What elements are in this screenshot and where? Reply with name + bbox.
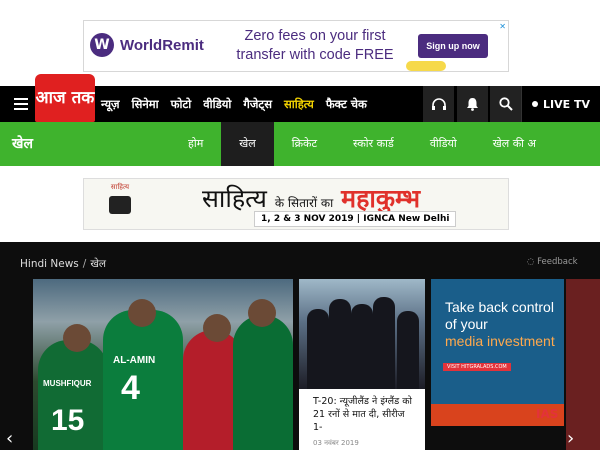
media-ad-line-1: Take back control (445, 299, 554, 315)
player-figure (307, 309, 329, 389)
media-ad-link[interactable]: VISIT HITGRALADS.COM (443, 363, 511, 371)
player-head (63, 324, 91, 352)
breadcrumb-separator: / (82, 258, 87, 270)
carousel-prev-icon[interactable]: ‹ (6, 428, 13, 449)
breadcrumb-home[interactable]: Hindi News (20, 258, 79, 270)
worldremit-logo-icon: W (90, 33, 114, 57)
nav-links: न्यूज़ सिनेमा फोटो वीडियो गैजेट्स साहित्… (101, 86, 379, 122)
ad-decoration (406, 61, 446, 71)
media-ad-text: Take back control of your media investme… (445, 299, 564, 350)
media-ad-card[interactable]: Take back control of your media investme… (431, 279, 564, 426)
section-subnav: खेल होम खेल क्रिकेट स्कोर कार्ड वीडियो ख… (0, 122, 600, 166)
ad-close-icon[interactable]: ✕ (499, 22, 506, 31)
subnav-item-scorecard[interactable]: स्कोर कार्ड (335, 122, 412, 166)
sahitya-dates: 1, 2 & 3 NOV 2019 | IGNCA New Delhi (254, 211, 457, 227)
worldremit-ad[interactable]: ✕ W WorldRemit Zero fees on your first t… (83, 20, 509, 72)
jersey-name-2: AL-AMIN (113, 355, 156, 366)
carousel-next-icon[interactable]: › (567, 428, 574, 449)
ad-headline: Zero fees on your first transfer with co… (236, 28, 394, 63)
player-figure (233, 315, 293, 450)
hamburger-menu-icon[interactable] (14, 98, 28, 110)
player-head (248, 299, 276, 327)
content-area: Hindi News / खेल ◌ Feedback MUSHFIQUR 15 A… (0, 242, 600, 450)
sahitya-title-c: महाकुम्भ (341, 184, 421, 213)
nav-link-sahitya[interactable]: साहित्य (284, 97, 314, 112)
sahitya-banner[interactable]: साहित्य साहित्य के सितारों का महाकुम्भ 1… (83, 178, 509, 230)
subnav-item-video[interactable]: वीडियो (412, 122, 475, 166)
feedback-icon: ◌ (527, 257, 535, 267)
nav-link-fact-check[interactable]: फैक्ट चेक (326, 97, 367, 112)
aajtak-logo[interactable]: आज तक (35, 74, 95, 122)
subnav-item-home[interactable]: होम (170, 122, 221, 166)
search-icon[interactable] (490, 86, 521, 122)
section-title: खेल (12, 136, 33, 152)
player-figure (351, 304, 373, 389)
audio-headphones-icon[interactable] (423, 86, 454, 122)
player-figure (397, 311, 419, 389)
jersey-number-2: 4 (121, 369, 140, 407)
story-card-date: 03 नवंबर 2019 (313, 439, 359, 447)
jersey-name-1: MUSHFIQUR (43, 379, 92, 388)
ad-signup-button[interactable]: Sign up now (418, 34, 488, 58)
sahitya-banner-area: साहित्य साहित्य के सितारों का महाकुम्भ 1… (0, 166, 600, 242)
player-figure (103, 310, 183, 450)
jersey-number-1: 15 (51, 404, 85, 437)
player-head (128, 299, 156, 327)
subnav-item-more[interactable]: खेल की अ (475, 122, 554, 166)
nav-link-cinema[interactable]: सिनेमा (132, 97, 159, 112)
media-ad-line-2: of your (445, 316, 488, 332)
subnav-item-cricket[interactable]: क्रिकेट (274, 122, 335, 166)
player-figure (329, 299, 351, 389)
media-ad-logo: IAS (536, 407, 559, 421)
live-dot-icon (532, 101, 538, 107)
story-card-image (299, 279, 425, 389)
sahitya-banner-title: साहित्य के सितारों का महाकुम्भ (202, 181, 420, 215)
player-figure (373, 297, 395, 389)
breadcrumb: Hindi News / खेल (20, 257, 106, 271)
feedback-label: Feedback (537, 257, 578, 267)
media-ad-line-3: media investment (445, 333, 555, 349)
player-head (203, 314, 231, 342)
story-card-title[interactable]: T-20: न्यूजीलैंड ने इंग्लैंड को 21 रनों … (299, 389, 425, 434)
subnav-items: होम खेल क्रिकेट स्कोर कार्ड वीडियो खेल क… (170, 122, 554, 166)
inkpot-icon (109, 196, 131, 214)
sahitya-title-b: के सितारों का (274, 196, 334, 210)
nav-link-video[interactable]: वीडियो (203, 97, 231, 112)
sahitya-logo-text: साहित्य (110, 183, 130, 191)
notification-bell-icon[interactable] (457, 86, 488, 122)
nav-link-news[interactable]: न्यूज़ (101, 97, 120, 112)
breadcrumb-current: खेल (90, 258, 107, 270)
live-tv-button[interactable]: LIVE TV (521, 86, 600, 122)
nav-link-gadgets[interactable]: गैजेट्स (243, 97, 272, 112)
hero-story-image[interactable]: MUSHFIQUR 15 AL-AMIN 4 (33, 279, 293, 450)
feedback-link[interactable]: ◌ Feedback (527, 257, 578, 267)
main-nav: आज तक न्यूज़ सिनेमा फोटो वीडियो गैजेट्स … (0, 74, 600, 122)
sahitya-title-a: साहित्य (202, 184, 267, 213)
subnav-item-khel[interactable]: खेल (221, 122, 274, 166)
live-tv-label: LIVE TV (543, 97, 590, 111)
worldremit-logo: W WorldRemit (90, 33, 204, 57)
next-story-card[interactable] (566, 279, 600, 450)
nav-link-photo[interactable]: फोटो (171, 97, 192, 112)
story-card[interactable]: T-20: न्यूजीलैंड ने इंग्लैंड को 21 रनों … (299, 279, 425, 450)
worldremit-brand: WorldRemit (120, 36, 204, 54)
sahitya-logo: साहित्य (88, 183, 152, 227)
